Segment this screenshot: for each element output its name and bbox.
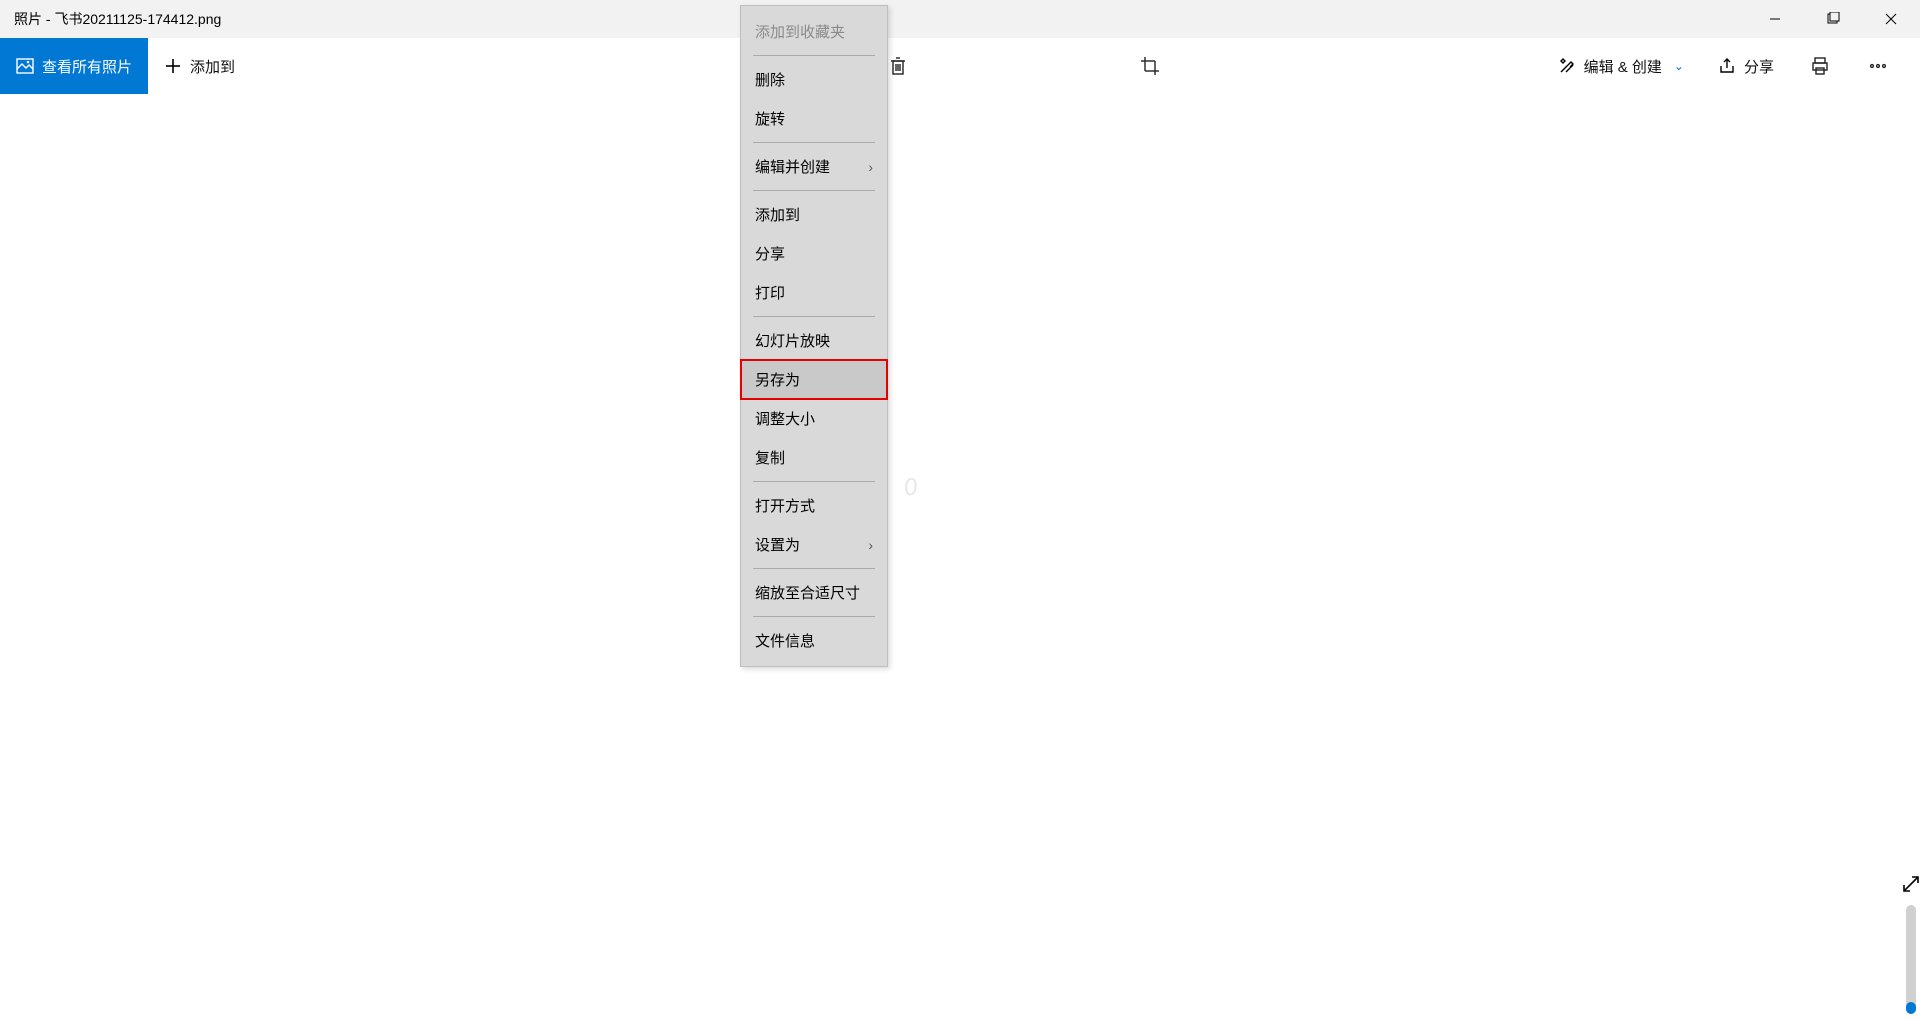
menu-slideshow-label: 幻灯片放映 [755,330,830,351]
menu-set-as[interactable]: 设置为 › [741,525,887,564]
menu-add-favorites: 添加到收藏夹 [741,12,887,51]
menu-print-label: 打印 [755,282,785,303]
menu-rotate-label: 旋转 [755,108,785,129]
fullscreen-icon[interactable] [1901,874,1920,899]
menu-add-favorites-label: 添加到收藏夹 [755,21,845,42]
trash-icon [888,56,908,76]
context-menu: 添加到收藏夹 删除 旋转 编辑并创建 › 添加到 分享 打印 幻灯片放映 另存为… [740,5,888,667]
crop-button[interactable] [1130,46,1170,86]
menu-rotate[interactable]: 旋转 [741,99,887,138]
toolbar: 查看所有照片 添加到 编辑 & 创建 ⌄ 分享 [0,38,1920,94]
menu-add-to-label: 添加到 [755,204,800,225]
menu-separator [753,190,875,191]
photos-icon [16,57,34,75]
window-title: 照片 - 飞书20211125-174412.png [14,9,221,29]
chevron-right-icon: › [868,537,873,553]
menu-save-as-label: 另存为 [755,369,800,390]
menu-print[interactable]: 打印 [741,273,887,312]
menu-file-info[interactable]: 文件信息 [741,621,887,660]
minimize-icon [1768,12,1782,26]
minimize-button[interactable] [1746,0,1804,38]
menu-separator [753,568,875,569]
zoom-slider-track[interactable] [1906,905,1916,1014]
toolbar-right: 编辑 & 创建 ⌄ 分享 [1550,38,1910,94]
close-button[interactable] [1862,0,1920,38]
add-to-button[interactable]: 添加到 [148,38,251,94]
share-button[interactable]: 分享 [1710,38,1782,94]
menu-zoom-fit-label: 缩放至合适尺寸 [755,582,860,603]
menu-separator [753,481,875,482]
menu-edit-create-label: 编辑并创建 [755,156,830,177]
menu-separator [753,316,875,317]
zoom-slider-thumb[interactable] [1906,1002,1916,1014]
menu-open-with-label: 打开方式 [755,495,815,516]
maximize-icon [1826,12,1840,26]
menu-file-info-label: 文件信息 [755,630,815,651]
close-icon [1884,12,1898,26]
add-to-label: 添加到 [190,56,235,77]
zoom-slider[interactable] [1902,874,1920,1014]
chevron-down-icon: ⌄ [1674,59,1684,73]
menu-save-as[interactable]: 另存为 [741,360,887,399]
menu-add-to[interactable]: 添加到 [741,195,887,234]
menu-share[interactable]: 分享 [741,234,887,273]
window-controls [1746,0,1920,38]
toolbar-left: 查看所有照片 添加到 [0,38,251,94]
edit-create-button[interactable]: 编辑 & 创建 ⌄ [1550,38,1692,94]
menu-share-label: 分享 [755,243,785,264]
menu-resize-label: 调整大小 [755,408,815,429]
menu-resize[interactable]: 调整大小 [741,399,887,438]
share-label: 分享 [1744,56,1774,77]
maximize-button[interactable] [1804,0,1862,38]
view-all-photos-button[interactable]: 查看所有照片 [0,38,148,94]
menu-delete[interactable]: 删除 [741,60,887,99]
menu-copy-label: 复制 [755,447,785,468]
chevron-right-icon: › [868,159,873,175]
menu-slideshow[interactable]: 幻灯片放映 [741,321,887,360]
menu-delete-label: 删除 [755,69,785,90]
print-icon [1810,56,1830,76]
edit-tools-icon [1558,57,1576,75]
more-icon [1868,56,1888,76]
crop-icon [1140,56,1160,76]
print-button[interactable] [1800,46,1840,86]
menu-separator [753,55,875,56]
menu-open-with[interactable]: 打开方式 [741,486,887,525]
menu-zoom-fit[interactable]: 缩放至合适尺寸 [741,573,887,612]
more-button[interactable] [1858,46,1898,86]
watermark-text: 0 [902,473,920,503]
menu-copy[interactable]: 复制 [741,438,887,477]
plus-icon [164,57,182,75]
menu-set-as-label: 设置为 [755,534,800,555]
menu-edit-create[interactable]: 编辑并创建 › [741,147,887,186]
menu-separator [753,616,875,617]
share-icon [1718,57,1736,75]
photo-viewport[interactable]: 0 [0,94,1920,1020]
menu-separator [753,142,875,143]
view-all-photos-label: 查看所有照片 [42,56,132,77]
edit-create-label: 编辑 & 创建 [1584,56,1662,77]
